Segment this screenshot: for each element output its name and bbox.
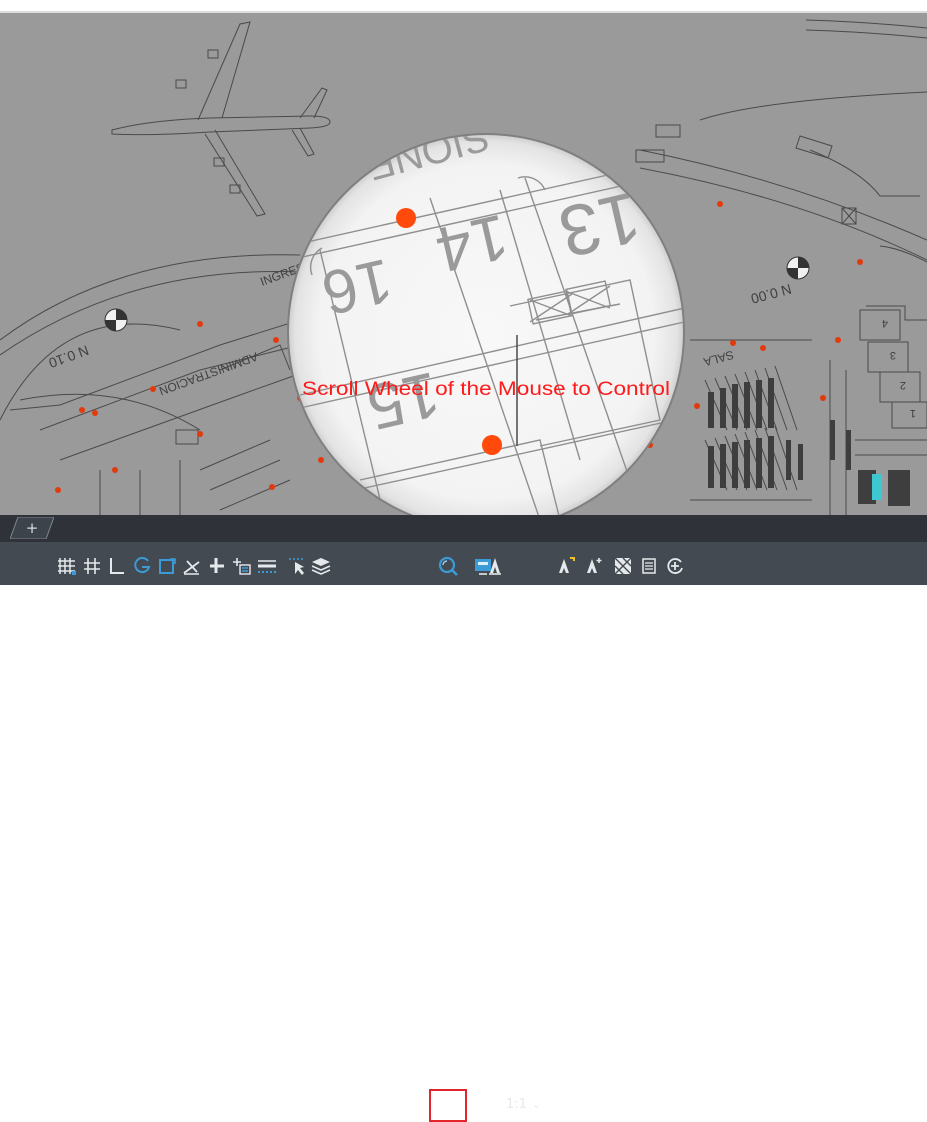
annotation-scale-icon[interactable] (484, 555, 506, 577)
drawing-canvas[interactable]: INGRESO DE ADMINISTRACION N 0.10 N 0.00 … (0, 0, 927, 515)
zoom-magnifier-icon[interactable] (437, 555, 459, 577)
label-row-2: 3 (890, 349, 896, 361)
selection-cycling-icon[interactable] (286, 555, 308, 577)
isodraft-icon[interactable] (156, 555, 178, 577)
layout-tab-bar (0, 515, 927, 542)
zoom-button-highlight (429, 1089, 467, 1122)
grid-icon[interactable] (81, 555, 103, 577)
object-snap-icon[interactable] (206, 555, 228, 577)
chevron-down-icon[interactable]: ⌄ (532, 1095, 541, 1115)
dynamic-ucs-icon[interactable] (231, 555, 253, 577)
add-layout-plus-icon: + (25, 519, 39, 537)
annotation-scale-value[interactable]: 1:1 (506, 1095, 527, 1115)
auto-scale-icon[interactable] (583, 555, 605, 577)
layers-icon[interactable] (310, 555, 332, 577)
customize-icon[interactable] (664, 555, 686, 577)
grid-display-icon[interactable] (56, 555, 78, 577)
scroll-instruction-annotation: Scroll Wheel of the Mouse to Control (302, 379, 670, 400)
add-layout-tab[interactable]: + (10, 517, 54, 539)
isolate-objects-icon[interactable] (612, 555, 634, 577)
label-row-4: 1 (910, 407, 916, 419)
properties-icon[interactable] (638, 555, 660, 577)
ortho-icon[interactable] (106, 555, 128, 577)
label-row-1: 4 (882, 317, 888, 329)
lineweight-icon[interactable] (256, 555, 278, 577)
status-bar: 1:1 ⌄ (0, 542, 927, 1122)
snap-tracking-icon[interactable] (181, 555, 203, 577)
annotation-visibility-icon[interactable] (555, 555, 577, 577)
polar-tracking-icon[interactable] (131, 555, 153, 577)
label-row-3: 2 (900, 379, 906, 391)
